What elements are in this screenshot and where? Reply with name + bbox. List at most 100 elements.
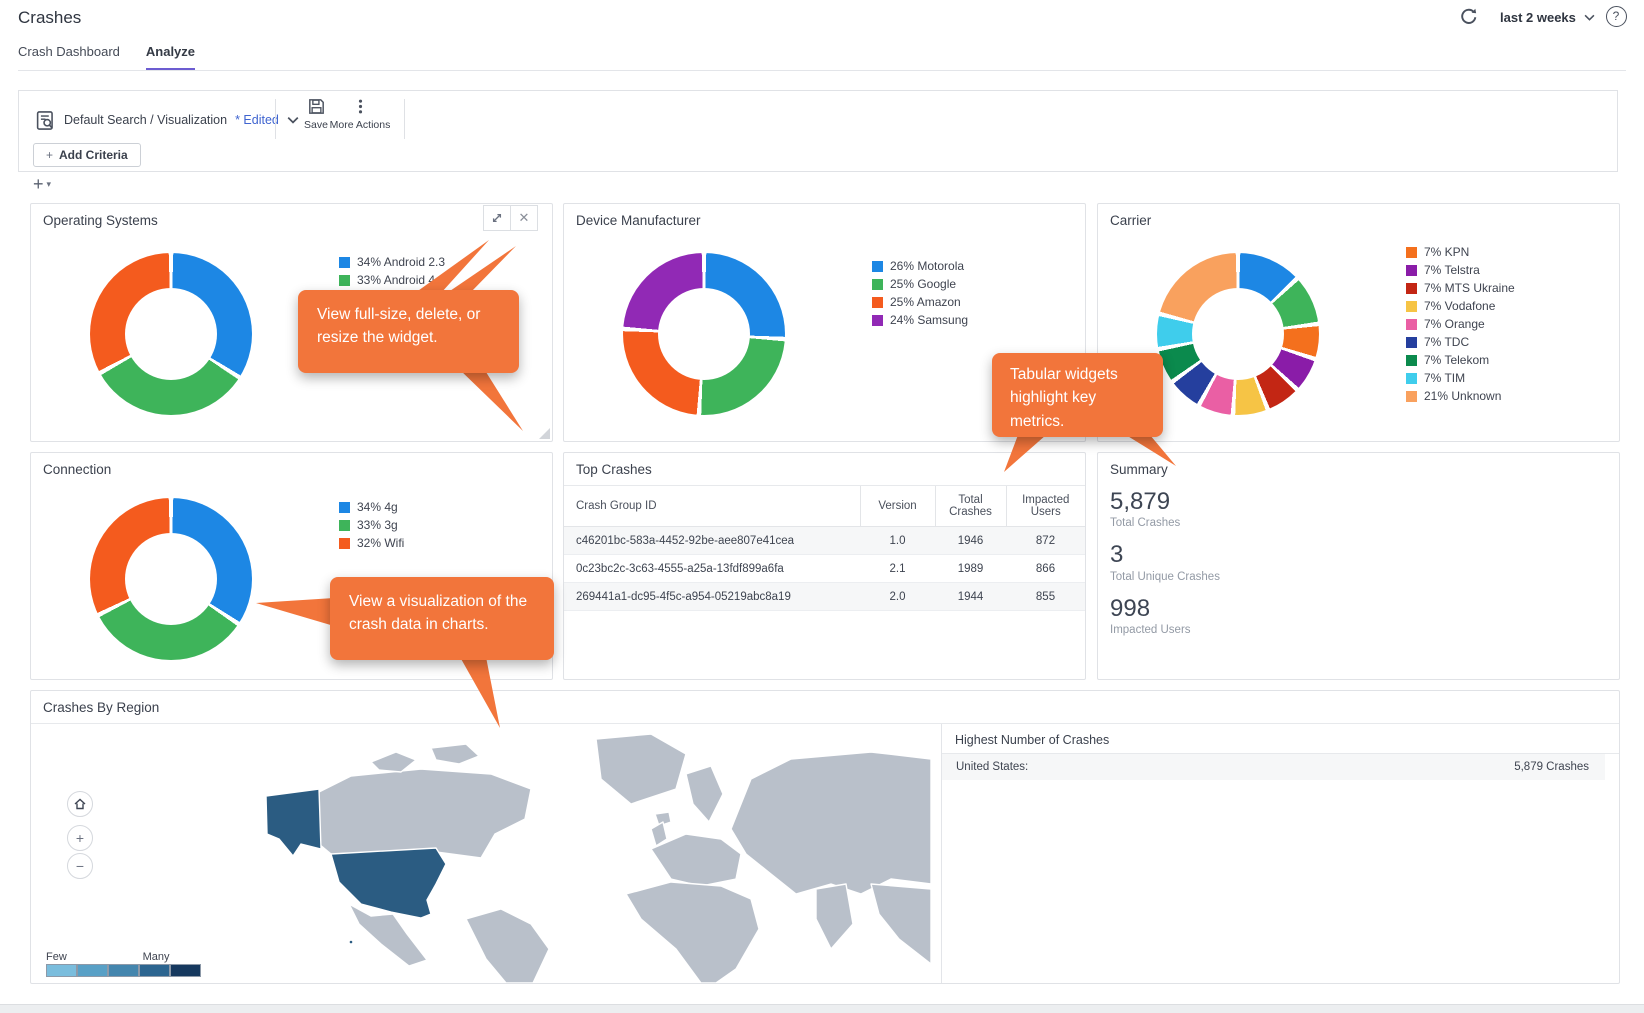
legend-swatch [872,315,883,326]
table-row[interactable]: 269441a1-dc95-4f5c-a954-05219abc8a192.01… [564,583,1085,611]
more-actions-label: More Actions [330,119,391,131]
legend-swatch [1406,265,1417,276]
country-greenland [596,734,686,804]
search-visualization-selector[interactable]: Default Search / Visualization * Edited [35,103,299,137]
world-map[interactable]: + − Few Crashes Many Crashes [31,724,941,983]
country-scandinavia [686,766,723,822]
donut-hole [1192,288,1284,380]
top-crashes-table: Crash Group ID Version Total Crashes Imp… [564,486,1085,611]
legend-swatch [1406,319,1417,330]
add-criteria-label: Add Criteria [59,148,128,162]
map-legend-swatch [108,964,139,977]
tab-analyze[interactable]: Analyze [146,44,195,71]
carrier-legend: 7% KPN7% Telstra7% MTS Ukraine7% Vodafon… [1406,246,1515,402]
table-row[interactable]: 0c23bc2c-3c63-4555-a25a-13fdf899a6fa2.11… [564,555,1085,583]
table-row[interactable]: c46201bc-583a-4452-92be-aee807e41cea1.01… [564,527,1085,555]
region-crash-row[interactable]: United States:5,879 Crashes [942,754,1605,780]
close-widget-button[interactable]: ✕ [511,205,538,231]
resize-handle[interactable] [539,428,550,439]
map-zoom-out-button[interactable]: − [67,853,93,879]
expand-widget-button[interactable] [483,205,511,231]
country-arctic-islands [371,752,416,772]
legend-label: 34% 4g [357,500,398,514]
column-header-version[interactable]: Version [860,486,935,527]
widget-carrier: Carrier 7% KPN7% Telstra7% MTS Ukraine7%… [1097,203,1620,442]
legend-item: 7% Orange [1406,318,1515,330]
legend-label: 25% Google [890,277,956,291]
tab-crash-dashboard[interactable]: Crash Dashboard [18,44,120,71]
connection-donut-chart[interactable] [90,498,252,660]
legend-label: 34% Android 2.3 [357,255,445,269]
legend-swatch [1406,301,1417,312]
map-zoom-in-button[interactable]: + [67,825,93,851]
time-range-label: last 2 weeks [1500,10,1576,25]
horizontal-scrollbar[interactable] [0,1004,1644,1013]
add-widget-button[interactable]: + ▾ [33,174,51,195]
table-cell: 2.1 [860,555,935,583]
region-name: United States: [956,761,1028,773]
table-cell: 866 [1006,555,1085,583]
legend-item: 33% Android 4.2 [339,274,445,286]
legend-item: 7% Vodafone [1406,300,1515,312]
legend-label: 7% MTS Ukraine [1424,281,1515,295]
summary-metric: 3Total Unique Crashes [1110,542,1220,582]
legend-item: 34% 4g [339,501,404,513]
legend-swatch [339,257,350,268]
legend-swatch [339,275,350,286]
donut-hole [125,288,217,380]
world-map-svg [231,734,931,983]
region-europe [651,834,741,886]
legend-label: 7% TIM [1424,371,1465,385]
operating-systems-donut-chart[interactable] [90,253,252,415]
search-toolbar: Default Search / Visualization * Edited … [18,90,1618,172]
legend-item: 7% Telstra [1406,264,1515,276]
legend-item: 26% Motorola [872,260,968,272]
column-header-impacted-users[interactable]: Impacted Users [1006,486,1085,527]
legend-item: 25% Amazon [872,296,968,308]
legend-label: 25% Amazon [890,295,961,309]
chevron-down-icon [1584,14,1595,21]
metric-label: Total Unique Crashes [1110,571,1220,583]
more-actions-button[interactable]: More Actions [325,98,395,131]
refresh-button[interactable] [1458,6,1480,28]
legend-label: 33% Android 4.2 [357,273,445,287]
plus-icon: + [46,148,53,162]
widget-title: Device Manufacturer [576,213,701,228]
column-header-total-crashes[interactable]: Total Crashes [935,486,1006,527]
legend-item: 32% Wifi [339,537,404,549]
legend-swatch [339,538,350,549]
expand-icon [491,212,503,224]
time-range-selector[interactable]: last 2 weeks [1500,10,1595,25]
add-criteria-button[interactable]: + Add Criteria [33,143,141,167]
donut-hole [125,533,217,625]
legend-swatch [339,520,350,531]
legend-swatch [1406,391,1417,402]
legend-item: 7% TDC [1406,336,1515,348]
more-actions-icon [352,98,369,115]
toolbar-divider [404,99,405,139]
metric-label: Impacted Users [1110,624,1220,636]
page-title: Crashes [18,8,81,28]
operating-systems-legend: 34% Android 2.3 33% Android 4.2 [339,256,445,286]
table-cell: 1946 [935,527,1006,555]
widget-title: Carrier [1110,213,1151,228]
widget-top-crashes: Top Crashes Crash Group ID Version Total… [563,452,1086,680]
country-united-states [331,848,446,918]
refresh-icon [1458,6,1480,28]
legend-swatch [872,261,883,272]
summary-metric: 5,879Total Crashes [1110,489,1220,529]
map-home-button[interactable] [67,791,93,817]
metric-value: 5,879 [1110,489,1220,515]
help-button[interactable]: ? [1604,4,1628,28]
country-united-states-alaska [266,789,321,856]
device-manufacturer-donut-chart[interactable] [623,253,785,415]
map-legend-gradient [46,964,201,977]
column-header-crash-group-id[interactable]: Crash Group ID [564,486,860,527]
table-cell: 1944 [935,583,1006,611]
country-united-states-hawaii [349,940,353,944]
crash-analytics-page: Crashes last 2 weeks ? Crash Dashboard A… [0,0,1644,1013]
carrier-donut-chart[interactable] [1157,253,1319,415]
map-legend-swatch [139,964,170,977]
metric-value: 998 [1110,596,1220,622]
device-manufacturer-legend: 26% Motorola25% Google25% Amazon24% Sams… [872,260,968,326]
